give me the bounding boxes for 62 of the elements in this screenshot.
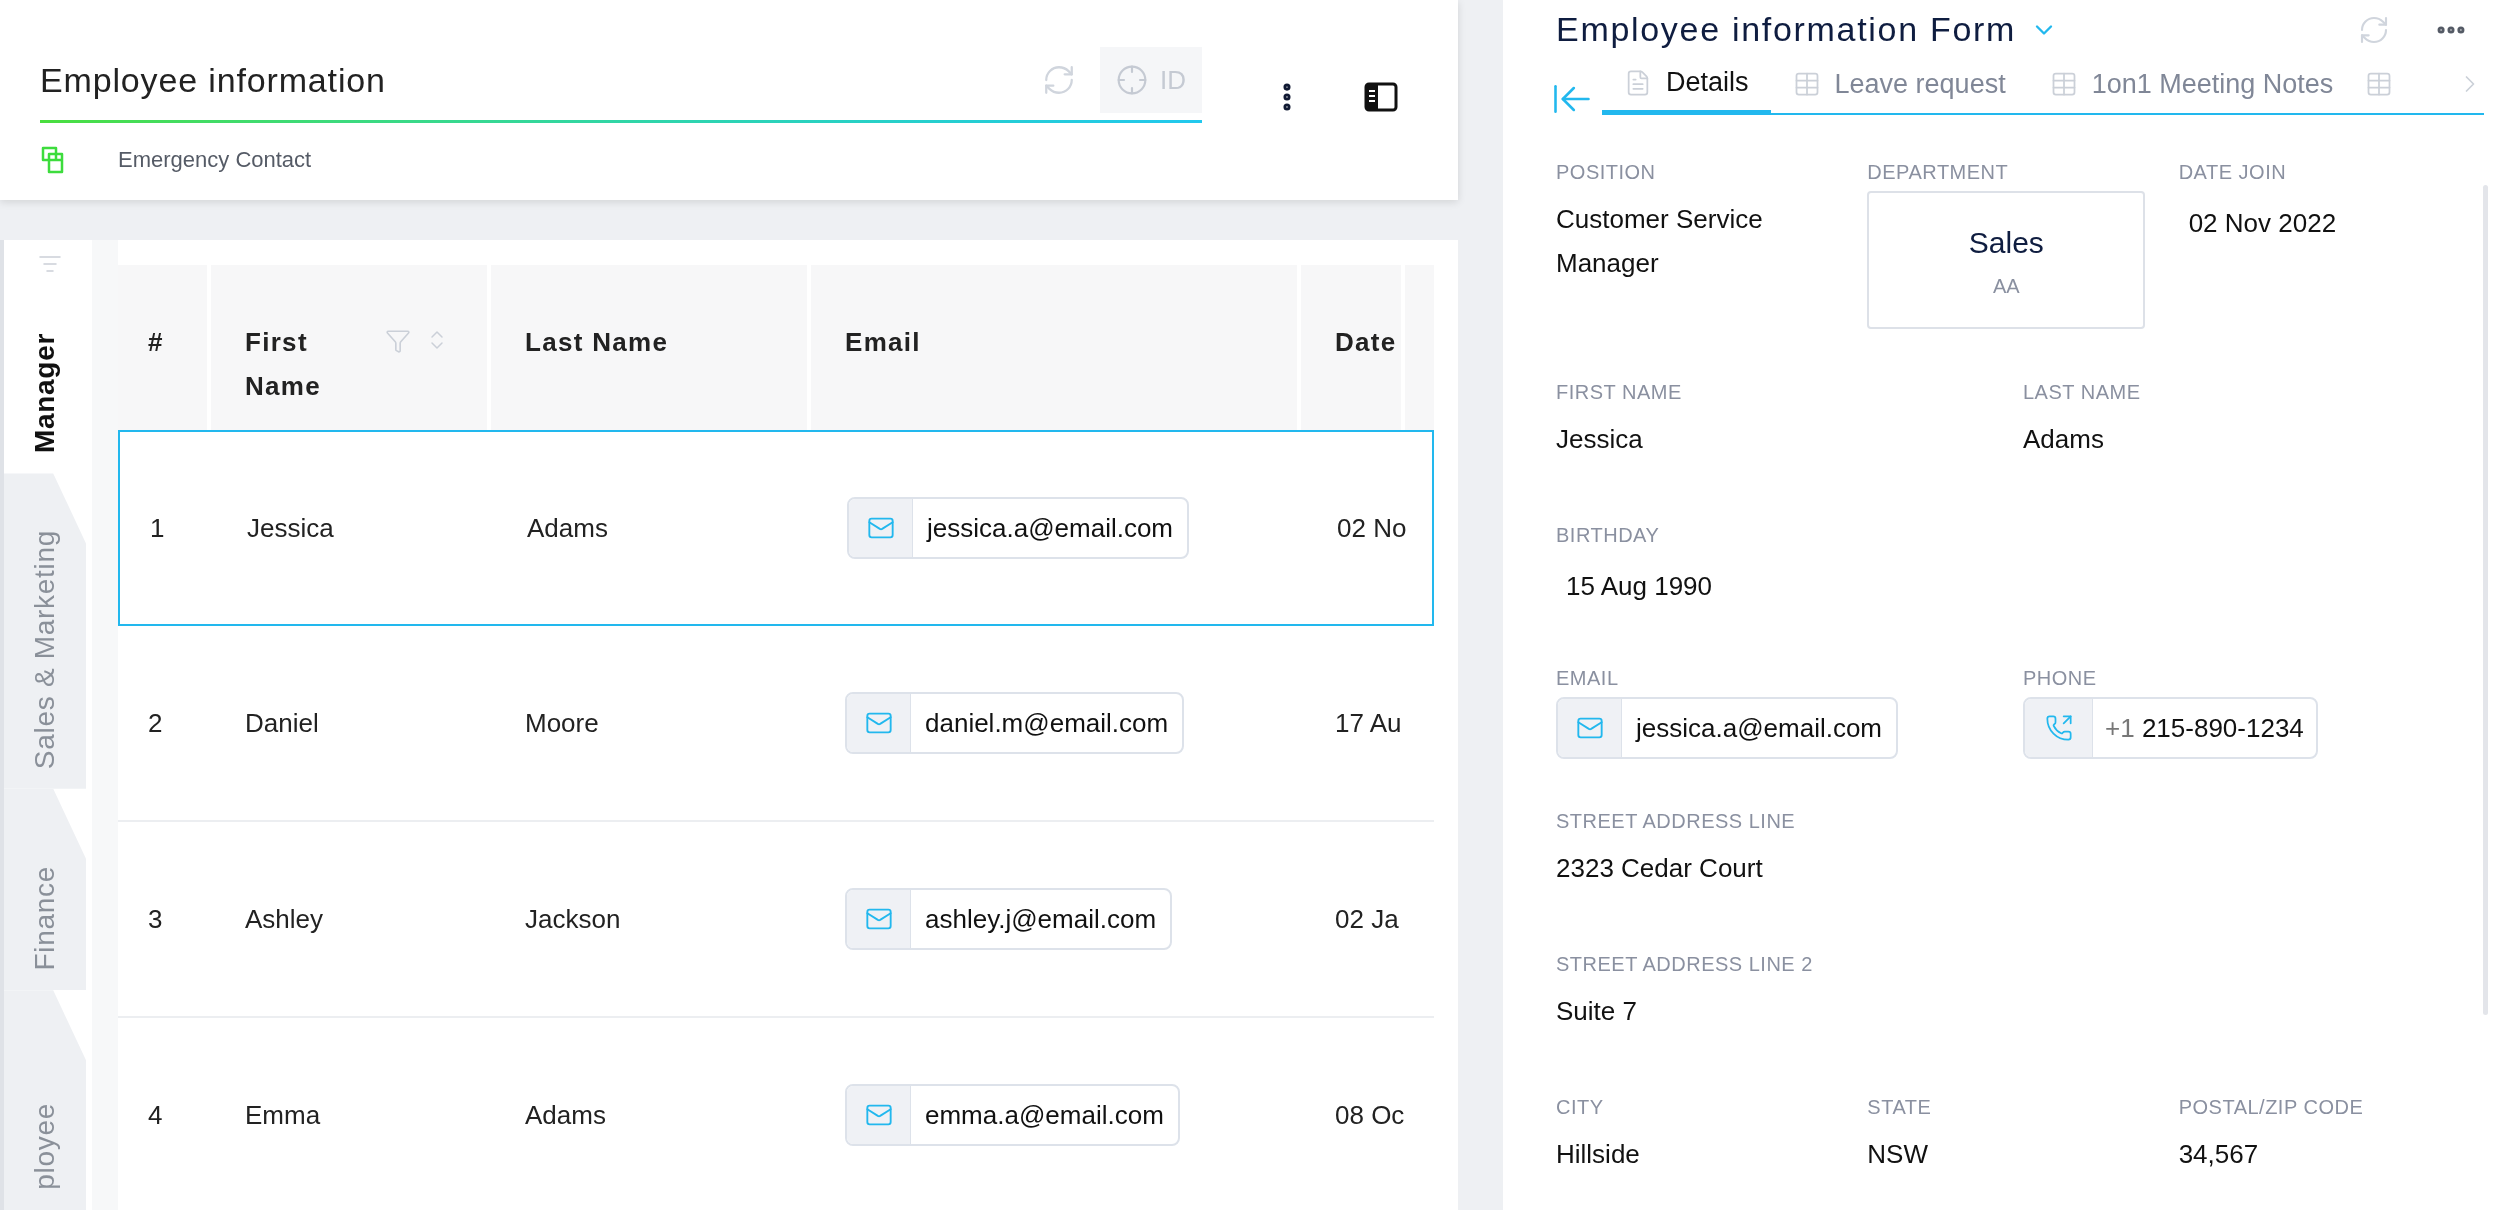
table-cell-text: Moore xyxy=(524,706,600,740)
field-label: POSITION xyxy=(1556,160,1657,185)
field-label: STREET ADDRESS LINE xyxy=(1556,809,1797,834)
field-label: DEPARTMENT xyxy=(1867,160,2010,185)
sidebar-toggle-icon[interactable] xyxy=(1364,82,1398,112)
field-label: BIRTHDAY xyxy=(1556,523,1661,548)
field-label: DATE JOIN xyxy=(2178,160,2288,185)
table-cell-text: 02 No xyxy=(1336,511,1407,545)
table-row[interactable]: 3 Ashley Jackson ashley.j@email.com 02 Ja xyxy=(118,822,1434,1018)
form-tab[interactable]: Details xyxy=(1602,55,1771,113)
field-value: Hillside xyxy=(1556,1138,1641,1171)
field-label: PHONE xyxy=(2023,666,2098,691)
table-cell-text: Ashley xyxy=(244,902,325,936)
field-value: NSW xyxy=(1867,1138,1929,1171)
table-row[interactable]: 4 Emma Adams emma.a@email.com 08 Oc xyxy=(118,1018,1434,1210)
refresh-icon[interactable] xyxy=(1042,63,1076,97)
table-cell-text: Daniel xyxy=(244,706,320,740)
form-tab[interactable]: 1on1 Meeting Notes xyxy=(2027,55,2356,113)
scrollbar[interactable] xyxy=(2483,185,2488,1015)
date-value: 15 Aug 1990 xyxy=(1565,570,1714,603)
email-chip[interactable]: daniel.m@email.com xyxy=(845,692,1185,754)
field-value: 2323 Cedar Court xyxy=(1556,852,1764,885)
phone-icon xyxy=(2044,714,2073,742)
phone-field[interactable]: +1 215-890-1234 xyxy=(2023,697,2318,759)
date-value: 02 Nov 2022 xyxy=(2187,207,2338,240)
field-value: Jessica xyxy=(1556,423,1644,456)
table-cell-text: 3 xyxy=(147,902,164,936)
field-label: STATE xyxy=(1867,1095,1933,1120)
field-value: Adams xyxy=(2023,423,2105,456)
field-value: Customer Service Manager xyxy=(1556,203,1764,280)
table-row[interactable]: 2 Daniel Moore daniel.m@email.com 17 Au xyxy=(118,626,1434,822)
field-value: Suite 7 xyxy=(1556,995,1638,1028)
field-label: FIRST NAME xyxy=(1556,380,1683,405)
table-cell-text: 02 Ja xyxy=(1334,902,1399,936)
table-row[interactable]: 1 Jessica Adams jessica.a@email.com 02 No xyxy=(118,430,1434,626)
email-chip[interactable]: ashley.j@email.com xyxy=(845,888,1173,950)
department-card[interactable]: Sales AA xyxy=(1867,191,2146,329)
email-chip[interactable]: emma.a@email.com xyxy=(845,1084,1180,1146)
page-title: Employee information xyxy=(40,59,386,101)
table-cell-text: 17 Au xyxy=(1334,706,1402,740)
filter-icon[interactable] xyxy=(385,328,411,354)
field-label: EMAIL xyxy=(1556,666,1620,691)
table-cell-text: 4 xyxy=(147,1098,164,1132)
crosshair-icon xyxy=(1116,64,1148,96)
field-label: CITY xyxy=(1556,1095,1605,1120)
table-cell-text: Emma xyxy=(244,1098,322,1132)
table-cell-text: Jackson xyxy=(524,902,622,936)
table-cell-text: 1 xyxy=(149,511,166,545)
field-label: POSTAL/ZIP CODE xyxy=(2178,1095,2365,1120)
emergency-contact-link[interactable]: Emergency Contact xyxy=(118,143,312,176)
email-chip[interactable]: jessica.a@email.com xyxy=(847,497,1190,559)
field-label: STREET ADDRESS LINE 2 xyxy=(1556,952,1814,977)
form-title[interactable]: Employee information Form xyxy=(1556,4,2017,55)
table-cell-text: Jessica xyxy=(246,511,335,545)
field-label: LAST NAME xyxy=(2023,380,2142,405)
form-tab[interactable]: Leave request xyxy=(1770,55,2028,113)
field-value: 34,567 xyxy=(2178,1138,2260,1171)
table-cell-text: Adams xyxy=(524,1098,607,1132)
table-cell-text: Adams xyxy=(526,511,609,545)
email-field[interactable]: jessica.a@email.com xyxy=(1556,697,1899,759)
table-cell-text: 08 Oc xyxy=(1334,1098,1405,1132)
table-cell-text: 2 xyxy=(147,706,164,740)
